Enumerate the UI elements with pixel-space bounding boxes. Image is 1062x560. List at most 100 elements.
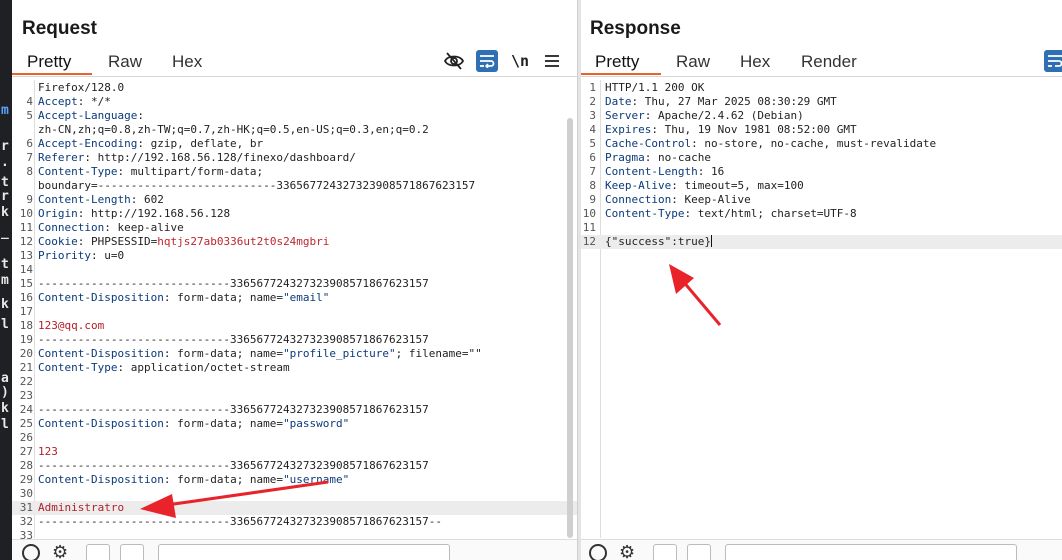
code-line[interactable]: zh-CN,zh;q=0.8,zh-TW;q=0.7,zh-HK;q=0.5,e… bbox=[12, 123, 577, 137]
line-content: {"success":true} bbox=[605, 235, 712, 249]
code-line[interactable]: 15 -----------------------------336567724… bbox=[12, 277, 577, 291]
code-line[interactable]: 13 Priority: u=0 bbox=[12, 249, 577, 263]
code-line[interactable]: 5 Accept-Language: bbox=[12, 109, 577, 123]
help-icon[interactable] bbox=[589, 544, 607, 560]
code-line[interactable]: 27 123 bbox=[12, 445, 577, 459]
code-line[interactable]: 4 Expires: Thu, 19 Nov 1981 08:52:00 GMT bbox=[581, 123, 1062, 137]
header-key: Expires bbox=[605, 123, 652, 136]
line-number: 27 bbox=[19, 445, 33, 458]
header-value: : application/octet-stream bbox=[117, 361, 290, 374]
header-value: HTTP/1.1 200 OK bbox=[605, 81, 705, 94]
code-line[interactable]: 19 -----------------------------336567724… bbox=[12, 333, 577, 347]
code-line[interactable]: 14 bbox=[12, 263, 577, 277]
code-line[interactable]: 17 bbox=[12, 305, 577, 319]
response-search-input[interactable] bbox=[725, 544, 1017, 560]
header-key: Cookie bbox=[38, 235, 78, 248]
code-line[interactable]: 32 -----------------------------336567724… bbox=[12, 515, 577, 529]
code-line[interactable]: 12 {"success":true} bbox=[581, 235, 1062, 249]
help-icon[interactable] bbox=[22, 544, 40, 560]
code-line[interactable]: 11 Connection: keep-alive bbox=[12, 221, 577, 235]
code-line[interactable]: 20 Content-Disposition: form-data; name="… bbox=[12, 347, 577, 361]
line-content: -----------------------------33656772432… bbox=[38, 403, 429, 417]
code-line[interactable]: 9 Content-Length: 602 bbox=[12, 193, 577, 207]
strip-glyph: ) bbox=[1, 385, 9, 400]
line-content: boundary=---------------------------3365… bbox=[38, 179, 475, 193]
code-line[interactable]: 21 Content-Type: application/octet-stream bbox=[12, 361, 577, 375]
quoted-name: "password" bbox=[283, 417, 350, 430]
line-content: -----------------------------33656772432… bbox=[38, 333, 429, 347]
code-line[interactable]: 12 Cookie: PHPSESSID=hqtjs27ab0336ut2t0s2… bbox=[12, 235, 577, 249]
code-line[interactable]: 18 123@qq.com bbox=[12, 319, 577, 333]
header-key: Content-Length bbox=[605, 165, 698, 178]
wrap-lines-icon[interactable] bbox=[476, 50, 498, 72]
request-editor[interactable]: Firefox/128.0 4 Accept: */* 5 Accept-Languag… bbox=[12, 80, 577, 542]
request-scrollbar[interactable] bbox=[567, 118, 573, 538]
next-match-button[interactable] bbox=[687, 544, 711, 560]
line-content: Cache-Control: no-store, no-cache, must-… bbox=[605, 137, 936, 151]
code-line[interactable]: 25 Content-Disposition: form-data; name="… bbox=[12, 417, 577, 431]
request-scrollbar-thumb[interactable] bbox=[567, 118, 573, 538]
code-line[interactable]: 24 -----------------------------336567724… bbox=[12, 403, 577, 417]
previous-match-button[interactable] bbox=[86, 544, 110, 560]
code-line[interactable]: 1 HTTP/1.1 200 OK bbox=[581, 81, 1062, 95]
code-line[interactable]: 6 Accept-Encoding: gzip, deflate, br bbox=[12, 137, 577, 151]
code-line[interactable]: 7 Referer: http://192.168.56.128/finexo/d… bbox=[12, 151, 577, 165]
line-number: 29 bbox=[19, 473, 33, 486]
line-content: Content-Disposition: form-data; name="em… bbox=[38, 291, 329, 305]
line-content: Date: Thu, 27 Mar 2025 08:30:29 GMT bbox=[605, 95, 837, 109]
header-key: Origin bbox=[38, 207, 78, 220]
settings-icon[interactable]: ⚙ bbox=[619, 542, 635, 560]
code-line[interactable]: 3 Server: Apache/2.4.62 (Debian) bbox=[581, 109, 1062, 123]
request-tab-pretty[interactable]: Pretty bbox=[27, 52, 71, 72]
code-line[interactable]: 30 bbox=[12, 487, 577, 501]
line-number: 26 bbox=[19, 431, 33, 444]
code-line[interactable]: 31 Administratro bbox=[12, 501, 577, 515]
code-line[interactable]: 4 Accept: */* bbox=[12, 95, 577, 109]
code-line[interactable]: 8 Content-Type: multipart/form-data; bbox=[12, 165, 577, 179]
code-line[interactable]: 26 bbox=[12, 431, 577, 445]
line-number: 11 bbox=[19, 221, 33, 234]
header-key: Content-Type bbox=[605, 207, 685, 220]
code-line[interactable]: 2 Date: Thu, 27 Mar 2025 08:30:29 GMT bbox=[581, 95, 1062, 109]
request-tab-hex[interactable]: Hex bbox=[172, 52, 202, 72]
header-key: Content-Type bbox=[38, 361, 118, 374]
response-tab-hex[interactable]: Hex bbox=[740, 52, 770, 72]
response-tab-render[interactable]: Render bbox=[801, 52, 857, 72]
line-number: 18 bbox=[19, 319, 33, 332]
header-key: Content-Type bbox=[38, 165, 118, 178]
code-line[interactable]: 28 -----------------------------336567724… bbox=[12, 459, 577, 473]
wrap-lines-icon[interactable] bbox=[1044, 50, 1062, 72]
line-content: -----------------------------33656772432… bbox=[38, 459, 429, 473]
code-line[interactable]: 23 bbox=[12, 389, 577, 403]
code-line[interactable]: 11 bbox=[581, 221, 1062, 235]
header-key: Referer bbox=[38, 151, 85, 164]
visibility-off-icon[interactable] bbox=[443, 50, 465, 72]
header-key: Accept-Language bbox=[38, 109, 138, 122]
menu-icon[interactable] bbox=[541, 50, 563, 72]
header-value: : http://192.168.56.128/finexo/dashboard… bbox=[84, 151, 356, 164]
code-line[interactable]: Firefox/128.0 bbox=[12, 81, 577, 95]
code-line[interactable]: 22 bbox=[12, 375, 577, 389]
code-line[interactable]: 10 Content-Type: text/html; charset=UTF-8 bbox=[581, 207, 1062, 221]
settings-icon[interactable]: ⚙ bbox=[52, 542, 68, 560]
code-line[interactable]: boundary=---------------------------3365… bbox=[12, 179, 577, 193]
request-tab-raw[interactable]: Raw bbox=[108, 52, 142, 72]
code-line[interactable]: 8 Keep-Alive: timeout=5, max=100 bbox=[581, 179, 1062, 193]
newline-icon[interactable]: \n bbox=[509, 50, 531, 72]
code-line[interactable]: 10 Origin: http://192.168.56.128 bbox=[12, 207, 577, 221]
code-line[interactable]: 6 Pragma: no-cache bbox=[581, 151, 1062, 165]
response-tab-raw[interactable]: Raw bbox=[676, 52, 710, 72]
line-number: 21 bbox=[19, 361, 33, 374]
response-tab-pretty[interactable]: Pretty bbox=[595, 52, 639, 72]
code-line[interactable]: 16 Content-Disposition: form-data; name="… bbox=[12, 291, 577, 305]
previous-match-button[interactable] bbox=[653, 544, 677, 560]
code-line[interactable]: 29 Content-Disposition: form-data; name="… bbox=[12, 473, 577, 487]
code-line[interactable]: 7 Content-Length: 16 bbox=[581, 165, 1062, 179]
request-tabs-border bbox=[12, 76, 577, 77]
next-match-button[interactable] bbox=[120, 544, 144, 560]
request-search-input[interactable] bbox=[158, 544, 450, 560]
strip-glyph: _ bbox=[1, 225, 9, 240]
code-line[interactable]: 9 Connection: Keep-Alive bbox=[581, 193, 1062, 207]
code-line[interactable]: 5 Cache-Control: no-store, no-cache, must… bbox=[581, 137, 1062, 151]
response-editor[interactable]: 1 HTTP/1.1 200 OK 2 Date: Thu, 27 Mar 2025 … bbox=[581, 80, 1062, 538]
